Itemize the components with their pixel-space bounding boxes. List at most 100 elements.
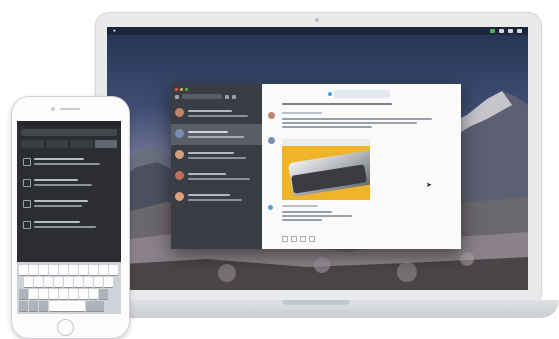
item-subtitle [34,226,96,228]
key[interactable] [109,265,118,275]
key[interactable] [104,277,113,287]
on-screen-keyboard [17,262,121,314]
key[interactable] [94,277,103,287]
conversation-row[interactable] [171,187,262,208]
laptop-screen: ● ➤ [107,27,528,290]
status-bar [17,121,121,126]
list-item[interactable] [21,218,117,235]
key[interactable] [39,265,48,275]
conversation-title [188,152,234,154]
filter-icon[interactable] [225,94,229,99]
close-icon[interactable] [175,88,178,91]
front-camera-icon [51,107,55,111]
checkbox-icon[interactable] [23,200,31,208]
tab[interactable] [45,140,68,148]
key[interactable] [79,289,88,299]
message-text [282,126,372,128]
key[interactable] [29,289,38,299]
key[interactable] [49,265,58,275]
item-subtitle [34,184,92,186]
conversation-preview [188,199,242,201]
delete-key[interactable] [99,289,108,299]
conversation-row[interactable] [171,103,262,124]
key[interactable] [19,265,28,275]
list-item[interactable] [21,155,117,172]
key[interactable] [59,265,68,275]
tab[interactable] [70,140,93,148]
message-sender [282,205,318,207]
camera-icon [315,18,319,22]
format-icon[interactable] [300,236,306,242]
shift-key[interactable] [19,289,28,299]
checkbox-icon[interactable] [23,221,31,229]
zoom-icon[interactable] [185,88,188,91]
laptop-notch [282,300,350,305]
item-subtitle [34,163,100,165]
key[interactable] [24,277,33,287]
emoji-key[interactable] [29,301,38,311]
apple-icon[interactable]: ● [113,27,116,35]
key[interactable] [44,277,53,287]
conversation-row[interactable] [171,166,262,187]
key[interactable] [59,289,68,299]
search-input[interactable] [182,94,222,99]
key[interactable] [84,277,93,287]
home-button[interactable] [57,319,74,336]
space-key[interactable] [49,301,85,311]
minimize-icon[interactable] [180,88,183,91]
tab-active[interactable] [94,140,117,148]
key[interactable] [89,289,98,299]
key[interactable] [89,265,98,275]
message-sender [282,112,322,114]
conversation-row-selected[interactable] [171,124,262,145]
key[interactable] [49,289,58,299]
key[interactable] [79,265,88,275]
list-item[interactable] [21,176,117,193]
status-icon[interactable] [490,29,495,33]
search-input[interactable] [21,129,117,136]
list-item[interactable] [21,197,117,214]
attach-icon[interactable] [282,236,288,242]
key[interactable] [74,277,83,287]
key[interactable] [99,265,108,275]
key[interactable] [39,289,48,299]
checkbox-icon[interactable] [23,179,31,187]
message-text [282,215,352,217]
conversation-title [188,131,228,133]
key[interactable] [34,277,43,287]
avatar [268,205,273,210]
mail-app-window: ➤ [171,84,461,249]
tab[interactable] [21,140,44,148]
return-key[interactable] [86,301,104,311]
emoji-icon[interactable] [291,236,297,242]
unread-dot-icon [328,92,332,96]
compose-icon[interactable] [232,94,236,99]
item-subtitle [34,205,82,207]
conversation-row[interactable] [171,145,262,166]
key[interactable] [64,277,73,287]
numbers-key[interactable] [19,301,28,311]
conversation-tab[interactable] [328,90,390,98]
menu-icon[interactable] [175,94,179,99]
conversation-preview [188,115,248,117]
keyboard-row [19,289,108,299]
message-text [282,211,332,213]
key[interactable] [69,289,78,299]
key[interactable] [54,277,63,287]
wifi-icon[interactable] [499,29,504,33]
clock-icon[interactable] [517,29,522,33]
battery-icon[interactable] [508,29,513,33]
checkbox-icon[interactable] [23,158,31,166]
item-title [34,158,84,160]
window-controls [175,88,188,91]
mic-key[interactable] [39,301,48,311]
key[interactable] [29,265,38,275]
conversation-preview [188,178,250,180]
conversation-preview [188,136,244,138]
send-icon[interactable] [309,236,315,242]
attachment-header [282,139,370,146]
image-attachment[interactable] [282,146,370,200]
item-title [34,221,80,223]
item-title [34,200,88,202]
key[interactable] [69,265,78,275]
